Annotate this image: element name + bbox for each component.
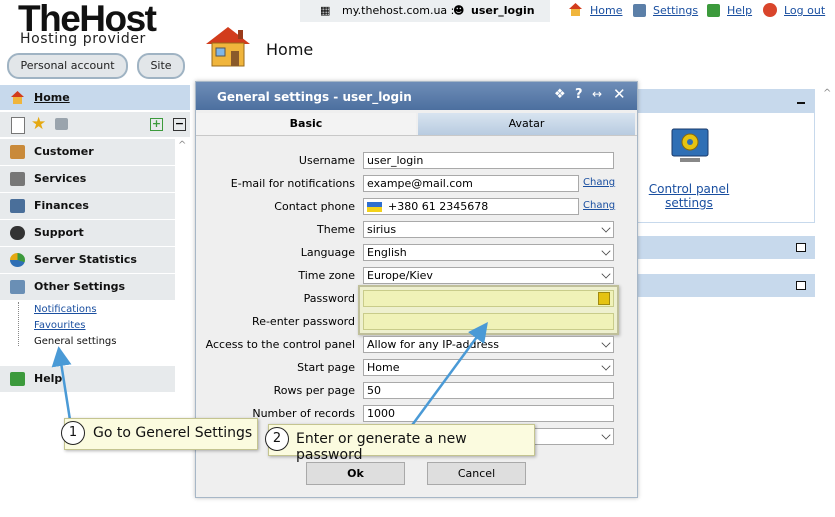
callout-2-text: Enter or generate a new password xyxy=(296,431,467,463)
arrow-2 xyxy=(408,321,488,429)
callout-2-number: 2 xyxy=(265,427,289,451)
callout-1-text: Go to Generel Settings xyxy=(93,425,253,441)
callout-2: 2 Enter or generate a new password xyxy=(265,424,535,463)
callout-1-number: 1 xyxy=(61,421,85,445)
arrow-1 xyxy=(51,346,72,421)
callout-1: 1 Go to Generel Settings xyxy=(61,418,258,450)
